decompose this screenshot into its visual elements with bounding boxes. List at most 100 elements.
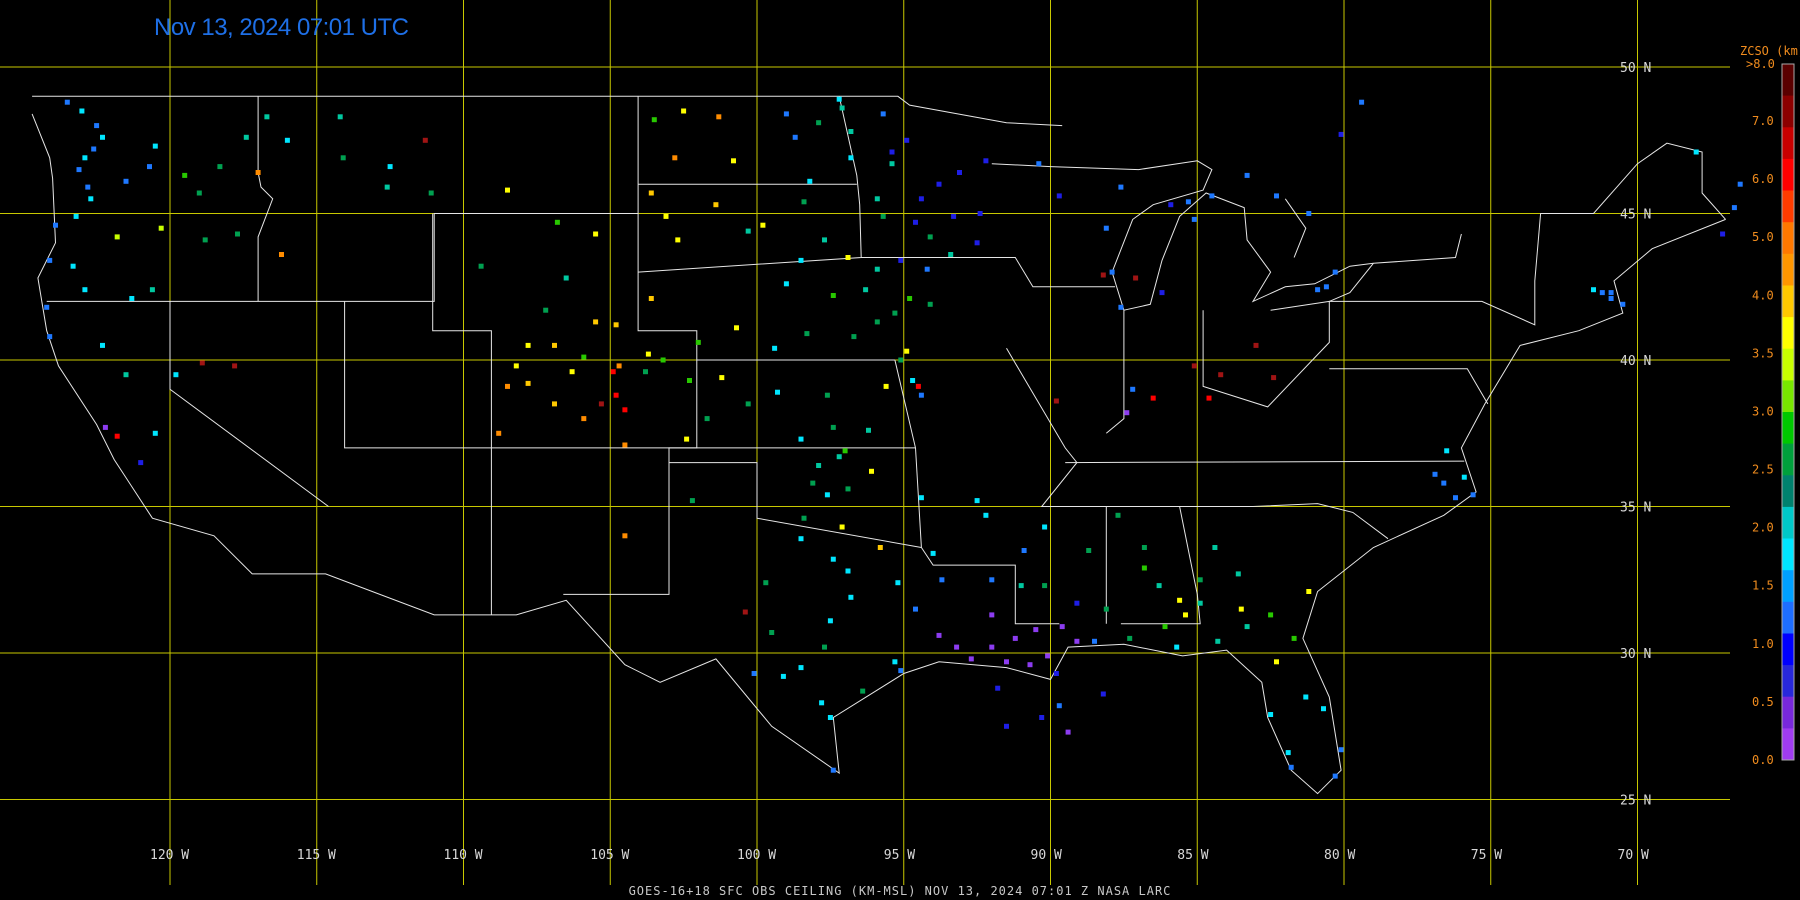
obs-point	[816, 463, 822, 468]
timestamp-title: Nov 13, 2024 07:01 UTC	[154, 14, 409, 41]
colorbar-segment	[1782, 696, 1794, 729]
obs-point	[874, 266, 880, 272]
obs-point	[1291, 635, 1297, 641]
colorbar-segment	[1782, 443, 1794, 476]
border-line	[32, 95, 1063, 127]
obs-point	[910, 378, 916, 383]
colorbar-segment	[1782, 506, 1794, 539]
obs-point	[1185, 199, 1191, 205]
obs-point	[1212, 545, 1218, 550]
lat-label: 40 N	[1620, 354, 1651, 369]
obs-point	[801, 515, 807, 521]
colorbar-segment	[1782, 570, 1794, 603]
obs-point	[995, 685, 1001, 691]
colorbar-label: 4.0	[1752, 288, 1774, 302]
obs-point	[1209, 193, 1215, 199]
obs-point	[1103, 225, 1109, 231]
colorbar-label: 0.5	[1752, 695, 1774, 709]
obs-point	[1039, 715, 1045, 720]
obs-point	[235, 231, 240, 237]
obs-point	[1027, 662, 1033, 668]
obs-point	[593, 319, 599, 325]
border-line	[1329, 142, 1726, 326]
obs-point	[918, 196, 924, 202]
obs-point	[1018, 583, 1024, 589]
obs-point	[1174, 644, 1180, 650]
obs-point	[387, 164, 393, 170]
obs-point	[598, 401, 604, 407]
lon-label: 100 W	[737, 848, 776, 863]
obs-point	[830, 293, 836, 298]
obs-point	[82, 287, 88, 293]
obs-point	[898, 668, 904, 674]
obs-point	[745, 228, 751, 234]
colorbar-segment	[1782, 380, 1794, 413]
obs-point	[1053, 671, 1059, 676]
obs-point	[114, 433, 120, 439]
colorbar-title: ZCSO (km)	[1740, 44, 1800, 58]
obs-point	[681, 108, 687, 114]
obs-point	[1253, 342, 1259, 348]
obs-point	[874, 319, 880, 325]
obs-point	[687, 378, 692, 383]
obs-point	[182, 172, 188, 178]
lon-label: 80 W	[1324, 848, 1355, 863]
obs-point	[713, 202, 719, 208]
obs-point	[927, 301, 933, 307]
obs-point	[1338, 131, 1344, 137]
obs-point	[552, 401, 557, 407]
obs-point	[830, 767, 836, 773]
obs-point	[94, 123, 100, 129]
obs-point	[845, 568, 851, 574]
obs-point	[1059, 624, 1065, 630]
obs-point	[1036, 161, 1042, 167]
obs-point	[1103, 606, 1109, 612]
obs-point	[939, 577, 945, 583]
colorbar-segment	[1782, 253, 1794, 286]
obs-point	[651, 117, 657, 123]
obs-point	[742, 609, 748, 615]
obs-point	[716, 114, 722, 120]
colorbar-segment	[1782, 158, 1794, 191]
colorbar-segment	[1782, 95, 1794, 128]
obs-point	[845, 486, 851, 492]
obs-point	[1133, 275, 1139, 281]
obs-point	[1271, 375, 1277, 381]
obs-point	[734, 325, 739, 331]
border-line	[563, 360, 698, 595]
colorbar-segment	[1782, 538, 1794, 571]
obs-point	[780, 673, 786, 679]
obs-point	[804, 331, 810, 337]
obs-point	[860, 688, 866, 694]
obs-point	[783, 281, 789, 287]
obs-point	[1321, 706, 1326, 712]
obs-point	[822, 237, 827, 243]
obs-point	[968, 656, 974, 662]
colorbar-label: 0.0	[1752, 753, 1774, 767]
colorbar: ZCSO (km)>8.0 7.0 6.0 5.0 4.0 3.5 3.0 2.5 2.0 1.5…	[1740, 44, 1800, 767]
obs-point	[82, 155, 88, 161]
colorbar-segment	[1782, 64, 1794, 97]
obs-point	[689, 498, 695, 504]
obs-point	[622, 533, 628, 539]
obs-point	[158, 225, 164, 231]
obs-point	[866, 427, 871, 433]
obs-point	[672, 155, 678, 161]
obs-point	[719, 375, 725, 381]
colorbar-segment	[1782, 348, 1794, 381]
obs-point	[543, 307, 549, 313]
obs-point	[1109, 269, 1115, 275]
obs-point	[552, 342, 557, 348]
border-line	[1106, 503, 1389, 540]
obs-point	[783, 111, 789, 117]
obs-point	[152, 430, 158, 436]
obs-point	[989, 612, 995, 618]
obs-point	[1042, 524, 1048, 530]
colorbar-label: 2.0	[1752, 521, 1774, 535]
obs-point	[731, 158, 736, 164]
obs-point	[384, 184, 390, 190]
lon-label: 90 W	[1031, 848, 1062, 863]
obs-point	[563, 275, 569, 281]
colorbar-label: 3.0	[1752, 405, 1774, 419]
obs-point	[798, 257, 804, 263]
